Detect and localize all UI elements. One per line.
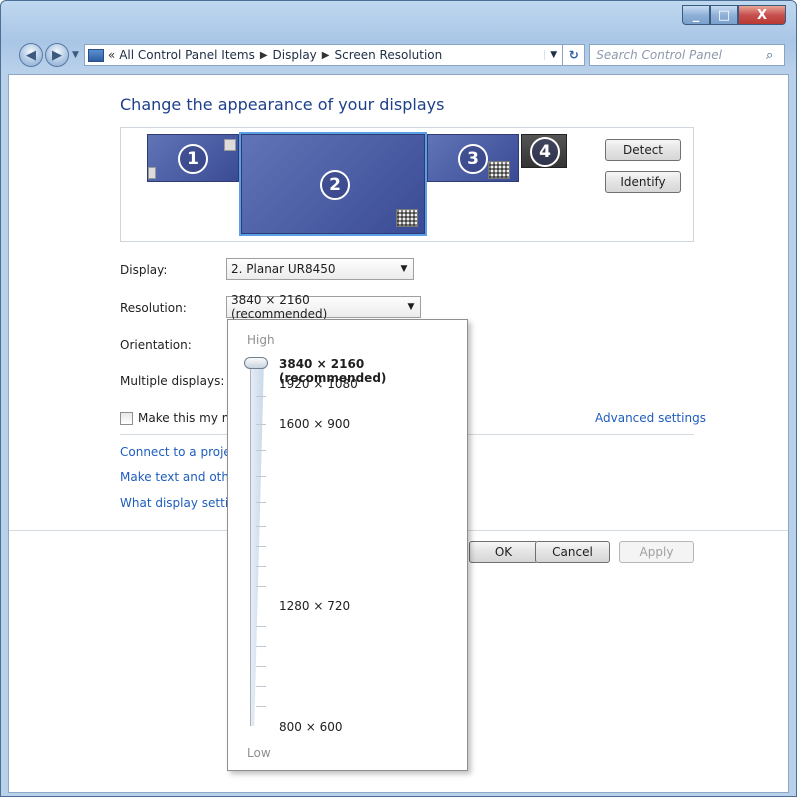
taskbar-grid-icon — [488, 161, 510, 179]
monitor-4[interactable]: 4 — [521, 134, 567, 168]
slider-tick — [256, 546, 266, 547]
slider-track-edge — [250, 360, 251, 726]
slider-tick — [256, 586, 266, 587]
monitor-3[interactable]: 3 — [427, 134, 519, 182]
resolution-option[interactable]: 1600 × 900 — [279, 417, 350, 431]
resolution-slider-thumb[interactable] — [244, 357, 268, 369]
orientation-label: Orientation: — [120, 338, 192, 352]
page-title: Change the appearance of your displays — [120, 95, 445, 114]
resolution-slider-track[interactable] — [250, 360, 264, 726]
resolution-select[interactable]: 3840 × 2160 (recommended) ▼ — [226, 293, 421, 321]
breadcrumb-display[interactable]: Display — [273, 48, 317, 62]
breadcrumb-separator-icon[interactable]: ▶ — [322, 50, 330, 61]
monitor-1-taskbar-icon — [224, 139, 236, 151]
multiple-displays-label: Multiple displays: — [120, 374, 225, 388]
ok-button[interactable]: OK — [469, 541, 538, 563]
title-bar-buttons: _ □ X — [682, 5, 786, 25]
forward-arrow-icon[interactable]: ▶ — [44, 43, 69, 67]
slider-tick — [256, 502, 266, 503]
text-size-link[interactable]: Make text and othe — [120, 470, 236, 484]
breadcrumb-all-items[interactable]: All Control Panel Items — [119, 48, 255, 62]
monitor-number-2: 2 — [320, 170, 350, 200]
maximize-button[interactable]: □ — [710, 5, 738, 25]
navigation-bar: ◀ ▶ ▼ « All Control Panel Items ▶ Displa… — [19, 43, 785, 67]
control-panel-icon — [87, 48, 104, 62]
close-button[interactable]: X — [738, 5, 786, 25]
slider-tick — [256, 476, 266, 477]
low-label: Low — [247, 746, 271, 760]
connect-projector-link[interactable]: Connect to a projec — [120, 445, 237, 459]
slider-tick — [256, 424, 266, 425]
main-display-checkbox[interactable] — [120, 412, 133, 425]
slider-tick — [256, 646, 266, 647]
address-dropdown-icon[interactable]: ▼ — [544, 50, 562, 60]
address-bar[interactable]: « All Control Panel Items ▶ Display ▶ Sc… — [83, 44, 564, 66]
slider-tick — [256, 566, 266, 567]
monitor-1[interactable]: 1 — [147, 134, 239, 182]
display-settings-help-link[interactable]: What display setting — [120, 496, 243, 510]
resolution-label: Resolution: — [120, 301, 187, 315]
history-dropdown-icon[interactable]: ▼ — [72, 50, 79, 60]
advanced-settings-link[interactable]: Advanced settings — [595, 411, 706, 425]
chevron-down-icon: ▼ — [400, 264, 408, 274]
slider-tick — [256, 666, 266, 667]
breadcrumb-separator-icon[interactable]: ▶ — [260, 50, 268, 61]
monitor-2[interactable]: 2 — [239, 132, 427, 236]
search-placeholder: Search Control Panel — [596, 48, 722, 62]
monitor-number-3: 3 — [458, 144, 488, 174]
identify-button[interactable]: Identify — [605, 171, 681, 193]
cancel-button[interactable]: Cancel — [535, 541, 610, 563]
display-select[interactable]: 2. Planar UR8450 ▼ — [226, 258, 414, 280]
resolution-option[interactable]: 1280 × 720 — [279, 599, 350, 613]
refresh-icon[interactable]: ↻ — [563, 44, 586, 66]
slider-tick — [256, 450, 266, 451]
search-input[interactable]: Search Control Panel ⌕ — [589, 44, 785, 66]
slider-tick — [256, 526, 266, 527]
chevron-down-icon: ▼ — [407, 302, 415, 312]
apply-button[interactable]: Apply — [619, 541, 694, 563]
slider-tick — [256, 686, 266, 687]
display-label: Display: — [120, 263, 168, 277]
monitor-number-1: 1 — [178, 144, 208, 174]
address-overflow[interactable]: « — [108, 48, 115, 62]
slider-tick — [256, 626, 266, 627]
taskbar-grid-icon — [396, 209, 418, 227]
resolution-option[interactable]: 800 × 600 — [279, 720, 343, 734]
resolution-select-value: 3840 × 2160 (recommended) — [231, 293, 328, 321]
monitor-1-corner-icon — [148, 167, 156, 179]
minimize-button[interactable]: _ — [682, 5, 710, 25]
slider-tick — [256, 396, 266, 397]
detect-button[interactable]: Detect — [605, 139, 681, 161]
search-icon[interactable]: ⌕ — [766, 48, 784, 63]
high-label: High — [247, 333, 275, 347]
main-display-label[interactable]: Make this my ma — [138, 411, 241, 425]
display-select-value: 2. Planar UR8450 — [231, 262, 336, 276]
monitor-number-4: 4 — [530, 137, 560, 167]
resolution-option[interactable]: 1920 × 1080 — [279, 377, 358, 391]
breadcrumb-screen-resolution[interactable]: Screen Resolution — [334, 48, 442, 62]
slider-tick — [256, 706, 266, 707]
back-arrow-icon[interactable]: ◀ — [19, 43, 43, 67]
resolution-dropdown: High 3840 × 2160 (recommended) 1920 × 10… — [227, 319, 468, 771]
